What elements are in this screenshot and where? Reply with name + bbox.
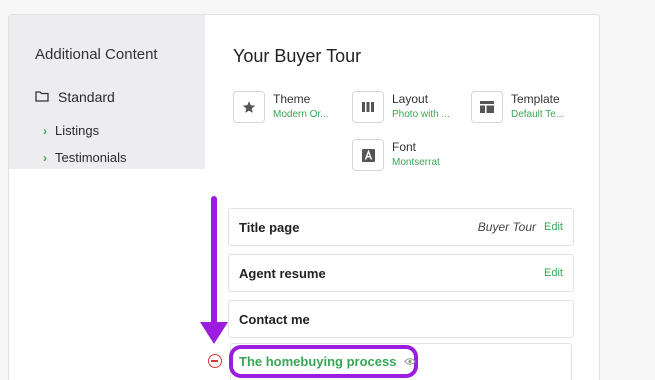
- eye-icon[interactable]: [404, 353, 417, 371]
- property-value: Default Te...: [511, 109, 565, 120]
- sidebar-item-label: Listings: [55, 123, 100, 138]
- property-value: Modern Or...: [273, 109, 329, 120]
- remove-circle-icon[interactable]: [208, 354, 222, 368]
- edit-link[interactable]: Edit: [544, 221, 563, 233]
- property-value: Montserrat: [392, 157, 440, 168]
- property-label: Layout: [392, 92, 429, 106]
- page-row-name[interactable]: The homebuying process: [239, 354, 396, 369]
- sidebar: Additional Content Standard › Listings ›…: [9, 15, 205, 169]
- font-icon: [352, 139, 384, 171]
- sidebar-title: Additional Content: [35, 46, 158, 63]
- property-font[interactable]: Font Montserrat: [352, 139, 440, 171]
- property-label: Template: [511, 92, 560, 106]
- chevron-right-icon: ›: [43, 123, 47, 138]
- page-row-contact-me[interactable]: Contact me: [228, 300, 574, 338]
- page-row-name: Contact me: [239, 311, 310, 327]
- page-row-subtitle: Buyer Tour: [477, 220, 537, 234]
- sidebar-folder-label: Standard: [58, 89, 115, 105]
- property-label: Theme: [273, 92, 311, 106]
- sidebar-item-testimonials[interactable]: › Testimonials: [43, 150, 127, 165]
- page-row-title-page[interactable]: Title page Buyer Tour Edit: [228, 208, 574, 246]
- folder-icon: [35, 89, 49, 105]
- property-value: Photo with ...: [392, 109, 450, 120]
- edit-link[interactable]: Edit: [544, 267, 563, 279]
- property-layout[interactable]: Layout Photo with ...: [352, 91, 450, 123]
- property-label: Font: [392, 140, 417, 154]
- sidebar-folder-standard[interactable]: Standard: [35, 89, 115, 105]
- template-icon: [471, 91, 503, 123]
- property-template[interactable]: Template Default Te...: [471, 91, 564, 123]
- page-row-name: Title page: [239, 219, 300, 235]
- annotation-highlight: The homebuying process: [229, 345, 418, 378]
- sidebar-item-label: Testimonials: [55, 150, 127, 165]
- page-row-name: Agent resume: [239, 265, 326, 281]
- chevron-right-icon: ›: [43, 150, 47, 165]
- content-card: Additional Content Standard › Listings ›…: [8, 14, 600, 380]
- property-theme[interactable]: Theme Modern Or...: [233, 91, 329, 123]
- annotation-arrow-head: [200, 322, 228, 344]
- columns-icon: [352, 91, 384, 123]
- page-title: Your Buyer Tour: [233, 46, 362, 66]
- annotation-arrow: [211, 196, 217, 328]
- page-row-agent-resume[interactable]: Agent resume Edit: [228, 254, 574, 292]
- star-icon: [233, 91, 265, 123]
- sidebar-item-listings[interactable]: › Listings: [43, 123, 99, 138]
